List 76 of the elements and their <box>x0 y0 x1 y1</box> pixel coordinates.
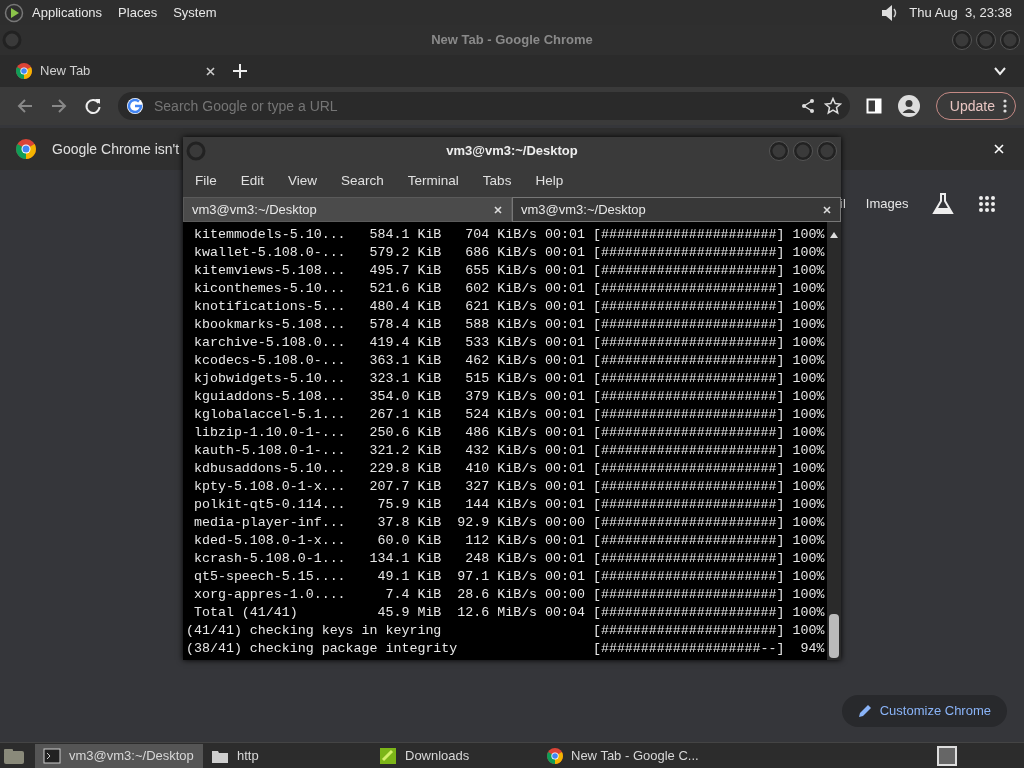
taskbar-button[interactable]: http <box>203 743 371 768</box>
terminal-line: kded-5.108.0-1-x... 60.0 KiB 112 KiB/s 00:01 [######################] 100% <box>192 532 826 550</box>
terminal-line: kiconthemes-5.10... 521.6 KiB 602 KiB/s 00:01 [######################] 100% <box>192 280 826 298</box>
taskbar-button[interactable]: New Tab - Google C... <box>539 743 707 768</box>
address-bar[interactable]: Search Google or type a URL <box>118 92 850 120</box>
terminal-line: (38/41) checking package integrity [####################--] 94% <box>186 640 826 658</box>
panel-menu[interactable]: System <box>173 2 217 23</box>
terminal-line: kglobalaccel-5.1... 267.1 KiB 524 KiB/s 00:01 [######################] 100% <box>192 406 826 424</box>
forward-icon[interactable] <box>50 97 68 115</box>
workspace-switcher-icon[interactable] <box>936 744 958 767</box>
header-link[interactable]: il <box>840 194 846 214</box>
terminal-line: xorg-appres-1.0.... 7.4 KiB 28.6 KiB/s 00:00 [######################] 100% <box>192 586 826 604</box>
terminal-line: media-player-inf... 37.8 KiB 92.9 KiB/s 00:00 [######################] 100% <box>192 514 826 532</box>
terminal-line: kauth-5.108.0-1-... 321.2 KiB 432 KiB/s 00:01 [######################] 100% <box>192 442 826 460</box>
terminal-icon <box>43 746 61 765</box>
terminal-tab[interactable]: vm3@vm3:~/Desktop <box>512 197 841 222</box>
menu-item[interactable]: Help <box>531 170 568 192</box>
bookmark-star-icon[interactable] <box>823 97 842 115</box>
terminal-line: qt5-speech-5.15.... 49.1 KiB 97.1 KiB/s 00:01 [######################] 100% <box>192 568 826 586</box>
chrome-logo-icon <box>16 63 32 79</box>
terminal-tab[interactable]: vm3@vm3:~/Desktop <box>183 197 512 222</box>
terminal-line: kcodecs-5.108.0-... 363.1 KiB 462 KiB/s 00:01 [######################] 100% <box>192 352 826 370</box>
downloads-icon <box>379 746 397 765</box>
terminal-line: kpty-5.108.0-1-x... 207.7 KiB 327 KiB/s 00:01 [######################] 100% <box>192 478 826 496</box>
terminal-line: kitemmodels-5.10... 584.1 KiB 704 KiB/s 00:01 [######################] 100% <box>192 226 826 244</box>
reload-icon[interactable] <box>84 97 102 115</box>
apps-grid-icon[interactable] <box>978 195 997 213</box>
terminal-line: kwallet-5.108.0-... 579.2 KiB 686 KiB/s 00:01 [######################] 100% <box>192 244 826 262</box>
tab-label[interactable]: New Tab <box>40 61 197 81</box>
menu-item[interactable]: File <box>191 170 221 192</box>
close-icon[interactable] <box>493 204 503 215</box>
chrome-logo-icon <box>16 139 36 159</box>
customize-button[interactable]: Customize Chrome <box>841 695 1007 727</box>
window-title: New Tab - Google Chrome <box>431 31 593 50</box>
terminal-line: kcrash-5.108.0-1... 134.1 KiB 248 KiB/s 00:01 [######################] 100% <box>192 550 826 568</box>
window-title: vm3@vm3:~/Desktop <box>446 142 578 161</box>
side-panel-icon[interactable] <box>865 98 882 114</box>
taskbar-button[interactable]: Downloads <box>371 743 539 768</box>
terminal-line: kitemviews-5.108... 495.7 KiB 655 KiB/s 00:01 [######################] 100% <box>192 262 826 280</box>
terminal-line: kguiaddons-5.108... 354.0 KiB 379 KiB/s 00:01 [######################] 100% <box>192 388 826 406</box>
pencil-icon <box>857 704 872 718</box>
omnibox-input[interactable]: Search Google or type a URL <box>152 94 792 118</box>
profile-avatar-icon[interactable] <box>897 95 920 117</box>
chrome-logo-icon <box>547 747 563 764</box>
menu-logo-icon[interactable] <box>4 2 24 23</box>
panel-menu[interactable]: Applications <box>32 2 103 23</box>
terminal-line: kbookmarks-5.108... 578.4 KiB 588 KiB/s 00:01 [######################] 100% <box>192 316 826 334</box>
scroll-up-arrow-icon[interactable] <box>829 230 839 239</box>
scrollbar[interactable] <box>827 222 841 660</box>
terminal-line: (41/41) checking keys in keyring [######################] 100% <box>186 622 826 640</box>
close-icon[interactable] <box>205 65 216 77</box>
share-icon[interactable] <box>799 98 816 114</box>
menu-item[interactable]: Terminal <box>403 170 463 192</box>
scrollbar-thumb[interactable] <box>829 614 839 658</box>
terminal-line: polkit-qt5-0.114... 75.9 KiB 144 KiB/s 00:01 [######################] 100% <box>192 496 826 514</box>
back-icon[interactable] <box>16 97 34 115</box>
clock[interactable]: Thu Aug 3, 23:38 <box>909 2 1012 23</box>
terminal-line: kjobwidgets-5.10... 323.1 KiB 515 KiB/s 00:01 [######################] 100% <box>192 370 826 388</box>
more-menu-icon[interactable] <box>1003 99 1007 113</box>
terminal-line: libzip-1.10.0-1-... 250.6 KiB 486 KiB/s 00:01 [######################] 100% <box>192 424 826 442</box>
terminal-line: knotifications-5... 480.4 KiB 621 KiB/s 00:01 [######################] 100% <box>192 298 826 316</box>
menu-item[interactable]: View <box>284 170 322 192</box>
header-link[interactable]: Images <box>865 194 909 214</box>
panel-menu[interactable]: Places <box>118 2 158 23</box>
terminal-line: karchive-5.108.0... 419.4 KiB 533 KiB/s 00:01 [######################] 100% <box>192 334 826 352</box>
close-icon[interactable] <box>822 204 832 215</box>
terminal-line: Total (41/41) 45.9 MiB 12.6 MiB/s 00:04 [######################] 100% <box>192 604 826 622</box>
flask-icon[interactable] <box>932 192 955 216</box>
google-g-icon <box>126 97 144 115</box>
menu-item[interactable]: Edit <box>236 170 269 192</box>
new-tab-icon[interactable] <box>232 63 248 79</box>
infobar-message: Google Chrome isn't <box>52 139 180 159</box>
terminal-line: kdbusaddons-5.10... 229.8 KiB 410 KiB/s 00:01 [######################] 100% <box>192 460 826 478</box>
menu-item[interactable]: Tabs <box>478 170 516 192</box>
taskbar-button[interactable]: vm3@vm3:~/Desktop <box>35 743 203 768</box>
menu-item[interactable]: Search <box>337 170 388 192</box>
